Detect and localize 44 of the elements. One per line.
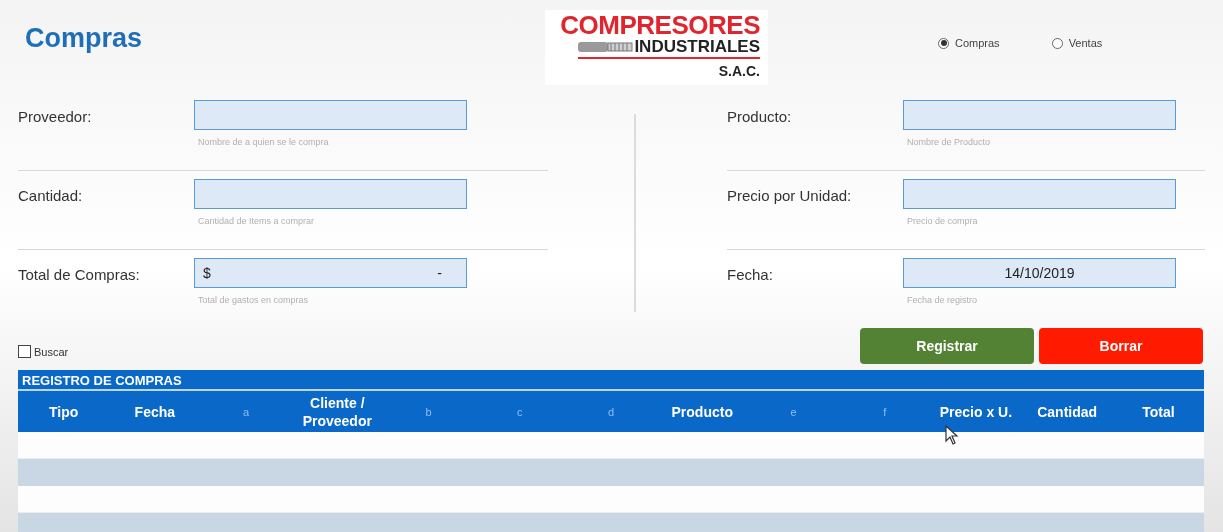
field-label: Producto: [727, 107, 793, 127]
column-header: c [516, 404, 524, 420]
radio-option[interactable]: Compras [938, 35, 1000, 52]
column-header: d [606, 404, 616, 420]
input-field[interactable] [903, 100, 1176, 130]
field-hint: Cantidad de Items a comprar [198, 215, 316, 228]
company-logo: COMPRESORES INDUSTRIALES S.A.C. [545, 10, 768, 85]
field-hint: Nombre de a quien se le compra [198, 136, 330, 149]
column-header: Total [1141, 402, 1176, 422]
delete-button[interactable]: Borrar [1039, 328, 1203, 364]
field-suffix: - [437, 263, 442, 283]
radio-option[interactable]: Ventas [1051, 35, 1103, 52]
field-label: Fecha: [727, 265, 774, 285]
table-title: REGISTRO DE COMPRAS [18, 370, 1204, 391]
field-label: Proveedor: [18, 107, 93, 127]
input-field[interactable] [194, 179, 467, 209]
column-header: a [242, 404, 251, 420]
input-field[interactable]: $ - [194, 258, 467, 288]
input-field[interactable] [194, 100, 467, 130]
search-checkbox[interactable]: Buscar [18, 343, 69, 360]
column-header: Cantidad [1036, 402, 1099, 422]
column-header: b [424, 404, 433, 420]
currency-prefix: $ [203, 263, 211, 283]
register-button[interactable]: Registrar [860, 328, 1034, 364]
column-header: Cliente / Proveedor [301, 393, 373, 431]
column-header: Fecha [133, 402, 177, 422]
column-header: e [789, 404, 798, 420]
mouse-cursor-icon [945, 425, 959, 446]
field-hint: Fecha de registro [907, 294, 979, 307]
field-hint: Nombre de Producto [907, 136, 992, 149]
input-field[interactable] [903, 179, 1176, 209]
page-title: Compras [24, 22, 144, 55]
input-field[interactable]: 14/10/2019 [903, 258, 1176, 288]
compressor-icon [578, 40, 635, 54]
column-header: f [882, 404, 888, 420]
column-header: Producto [670, 402, 734, 422]
column-header: Tipo [47, 402, 80, 422]
field-label: Precio por Unidad: [727, 186, 853, 206]
column-header: Precio x U. [938, 402, 1014, 422]
field-label: Cantidad: [18, 186, 84, 206]
field-hint: Total de gastos en compras [198, 294, 310, 307]
field-label: Total de Compras: [18, 265, 141, 285]
field-value: 14/10/2019 [1003, 263, 1076, 283]
field-hint: Precio de compra [907, 215, 979, 228]
